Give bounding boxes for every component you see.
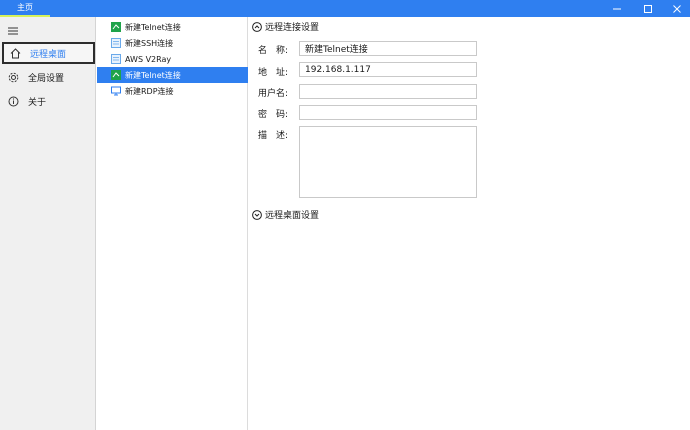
connection-label: 新建SSH连接 <box>125 38 174 48</box>
connection-item[interactable]: AWS V2Ray <box>97 51 248 67</box>
nav-item-remote-desktop[interactable]: 远程桌面 <box>2 42 95 64</box>
tab-home[interactable]: 主页 <box>0 0 50 17</box>
connection-label: AWS V2Ray <box>125 54 172 64</box>
remote-desktop-settings-header[interactable]: 远程桌面设置 <box>252 208 319 221</box>
nav-item-label: 关于 <box>28 97 47 108</box>
username-label: 用户名: <box>258 89 289 99</box>
home-icon <box>9 47 21 59</box>
chevron-down-icon <box>252 209 262 220</box>
title-bar: 主页 <box>0 0 690 17</box>
minimize-button[interactable] <box>602 0 632 17</box>
address-field[interactable]: 192.168.1.117 <box>299 62 477 77</box>
hamburger-menu-button[interactable] <box>7 25 19 37</box>
nav-item-label: 全局设置 <box>28 73 65 84</box>
connection-item[interactable]: 新建Telnet连接 <box>97 19 248 35</box>
nav-item-label: 远程桌面 <box>30 49 67 60</box>
gear-icon <box>7 71 19 83</box>
nav-item-about[interactable]: 关于 <box>2 90 95 112</box>
rdp-icon <box>111 86 121 96</box>
connection-detail-pane: 远程连接设置 名 称: 新建Telnet连接 地 址: 192.168.1.11… <box>249 17 690 430</box>
connection-item-selected[interactable]: 新建Telnet连接 <box>97 67 248 83</box>
side-nav: 远程桌面 全局设置 关于 <box>0 17 96 430</box>
remote-connection-settings-header[interactable]: 远程连接设置 <box>252 20 319 33</box>
connection-item[interactable]: 新建RDP连接 <box>97 83 248 99</box>
chevron-up-icon <box>252 21 262 32</box>
connection-item[interactable]: 新建SSH连接 <box>97 35 248 51</box>
section-title: 远程桌面设置 <box>265 211 320 221</box>
section-title: 远程连接设置 <box>265 23 320 33</box>
description-field[interactable] <box>299 126 477 198</box>
name-label: 名 称: <box>258 46 289 56</box>
password-field[interactable] <box>299 105 477 120</box>
connection-label: 新建RDP连接 <box>125 86 174 96</box>
telnet-icon <box>111 70 121 80</box>
ssh-icon <box>111 38 121 48</box>
connection-list: 新建Telnet连接 新建SSH连接 AWS V2Ray 新建Telnet连接 … <box>97 17 248 430</box>
close-icon <box>673 4 681 13</box>
minimize-icon <box>613 8 621 9</box>
ssh-icon <box>111 54 121 64</box>
maximize-icon <box>644 4 652 13</box>
address-label: 地 址: <box>258 68 289 78</box>
maximize-button[interactable] <box>633 0 663 17</box>
password-label: 密 码: <box>258 110 289 120</box>
username-field[interactable] <box>299 84 477 99</box>
connection-label: 新建Telnet连接 <box>125 70 181 80</box>
telnet-icon <box>111 22 121 32</box>
nav-item-global-settings[interactable]: 全局设置 <box>2 66 95 88</box>
hamburger-icon <box>8 27 18 35</box>
name-field[interactable]: 新建Telnet连接 <box>299 41 477 56</box>
close-button[interactable] <box>662 0 690 17</box>
info-icon <box>7 95 19 107</box>
connection-label: 新建Telnet连接 <box>125 22 181 32</box>
description-label: 描 述: <box>258 131 289 141</box>
